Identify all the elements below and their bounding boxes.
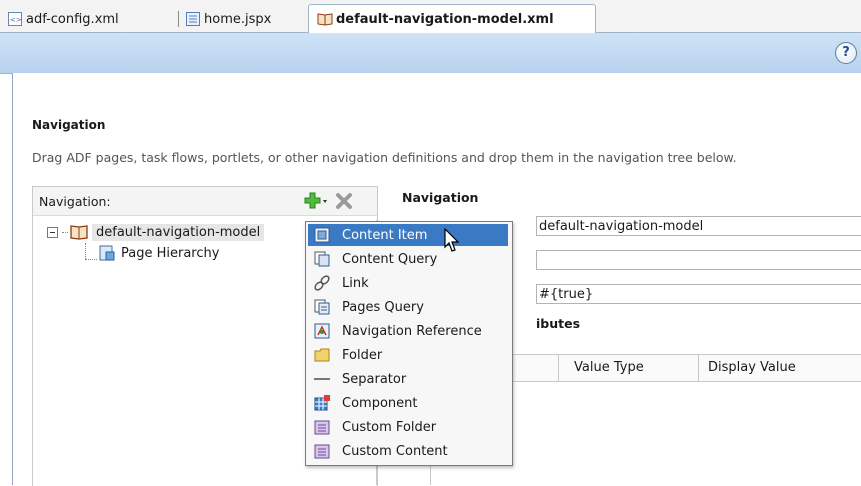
help-button[interactable]: ?	[835, 42, 857, 64]
menu-item-label: Content Query	[342, 251, 438, 267]
editor-toolbar: ?	[0, 33, 861, 74]
tree-connector	[62, 231, 68, 233]
menu-item-pages-query[interactable]: Pages Query	[308, 296, 508, 318]
folder-icon	[314, 347, 330, 363]
tab-separator	[178, 11, 179, 27]
menu-item-label: Separator	[342, 371, 407, 387]
custom-content-icon	[314, 443, 330, 459]
editor-tab-bar: <> adf-config.xml home.jspx default-navi…	[0, 0, 861, 33]
tree-guide-line	[85, 259, 97, 260]
menu-item-label: Link	[342, 275, 369, 291]
add-menu: Content Item Content Query Link Pages Qu…	[305, 221, 513, 466]
menu-item-label: Navigation Reference	[342, 323, 482, 339]
menu-item-link[interactable]: Link	[308, 272, 508, 294]
mouse-cursor-icon	[444, 227, 460, 254]
tree-root-node[interactable]: default-navigation-model	[47, 221, 265, 243]
title-field[interactable]: default-navigation-model	[536, 216, 861, 236]
add-icon	[304, 192, 327, 209]
component-icon	[314, 395, 330, 411]
custom-folder-icon	[314, 419, 330, 435]
menu-item-label: Folder	[342, 347, 383, 363]
book-icon	[317, 12, 333, 26]
xml-file-icon: <>	[8, 12, 22, 26]
tree-child-label: Page Hierarchy	[121, 245, 220, 261]
jspx-file-icon	[186, 12, 200, 26]
tree-child-node[interactable]: Page Hierarchy	[99, 245, 219, 261]
pages-query-icon	[314, 299, 330, 315]
svg-text:<>: <>	[10, 16, 22, 24]
menu-item-label: Custom Folder	[342, 419, 437, 435]
menu-item-label: Content Item	[342, 227, 428, 243]
link-icon	[314, 275, 330, 291]
visible-field[interactable]: #{true}	[536, 284, 861, 304]
tree-guide-line	[85, 243, 87, 259]
delete-button[interactable]	[335, 192, 353, 210]
menu-item-custom-content[interactable]: Custom Content	[308, 440, 508, 462]
menu-item-content-query[interactable]: Content Query	[308, 248, 508, 270]
properties-heading: Navigation	[402, 190, 479, 205]
separator-icon	[314, 371, 330, 387]
url-field[interactable]	[536, 250, 861, 270]
tab-label: adf-config.xml	[26, 11, 119, 27]
delete-icon	[336, 193, 352, 209]
column-divider	[558, 355, 559, 381]
add-button[interactable]	[303, 191, 329, 211]
section-title: Navigation	[32, 118, 106, 132]
tab-label: default-navigation-model.xml	[336, 11, 554, 27]
navigation-reference-icon	[314, 323, 330, 339]
tree-root-label: default-navigation-model	[92, 223, 265, 241]
tab-home-jspx[interactable]: home.jspx	[186, 8, 271, 30]
tab-default-navigation-model[interactable]: default-navigation-model.xml	[308, 4, 596, 33]
collapse-icon[interactable]	[47, 226, 58, 238]
menu-item-custom-folder[interactable]: Custom Folder	[308, 416, 508, 438]
instructions-text: Drag ADF pages, task flows, portlets, or…	[32, 150, 737, 165]
menu-item-separator[interactable]: Separator	[308, 368, 508, 390]
menu-item-label: Component	[342, 395, 418, 411]
menu-item-navigation-reference[interactable]: Navigation Reference	[308, 320, 508, 342]
tab-label: home.jspx	[204, 11, 272, 27]
menu-item-content-item[interactable]: Content Item	[308, 224, 508, 246]
menu-item-component[interactable]: Component	[308, 392, 508, 414]
navigation-tree-label: Navigation:	[39, 194, 111, 209]
menu-item-folder[interactable]: Folder	[308, 344, 508, 366]
content-query-icon	[314, 251, 330, 267]
menu-item-label: Custom Content	[342, 443, 448, 459]
navigation-tree-header: Navigation:	[33, 187, 377, 216]
page-hierarchy-icon	[99, 245, 115, 261]
column-divider	[698, 355, 699, 381]
tab-adf-config[interactable]: <> adf-config.xml	[8, 8, 119, 30]
book-icon	[70, 224, 88, 240]
column-header-value-type[interactable]: Value Type	[574, 360, 644, 375]
menu-item-label: Pages Query	[342, 299, 424, 315]
content-item-icon	[314, 227, 330, 243]
attributes-heading: ibutes	[536, 316, 581, 331]
column-header-display-value[interactable]: Display Value	[708, 360, 796, 375]
